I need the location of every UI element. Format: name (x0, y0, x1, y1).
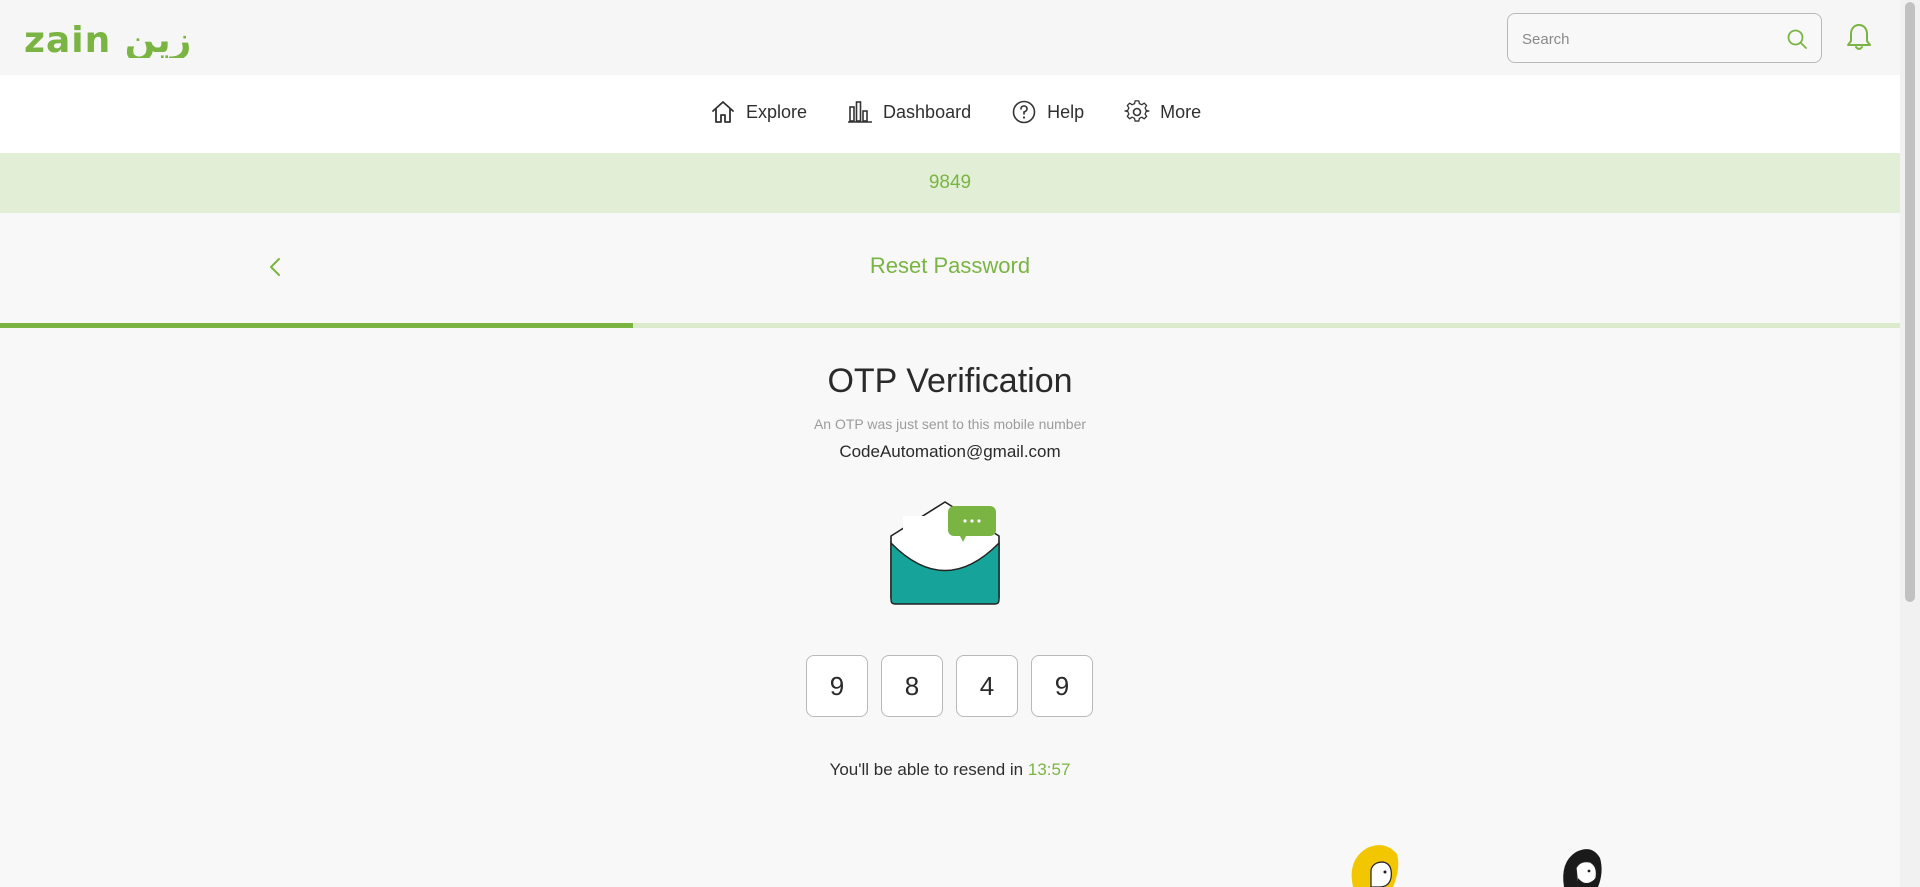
otp-subtext: An OTP was just sent to this mobile numb… (813, 416, 1087, 432)
otp-heading: OTP Verification (827, 362, 1073, 400)
nav-item-dashboard[interactable]: Dashboard (847, 99, 971, 125)
resend-info: You'll be able to resend in 13:57 (0, 760, 1900, 780)
otp-digit-3[interactable] (956, 655, 1018, 717)
otp-banner: 9849 (0, 153, 1900, 213)
nav-item-help[interactable]: Help (1011, 99, 1084, 125)
search-icon[interactable] (1785, 27, 1809, 51)
otp-digit-2[interactable] (881, 655, 943, 717)
nav-label-dashboard: Dashboard (883, 101, 972, 122)
resend-text: You'll be able to resend in (829, 760, 1024, 779)
main-nav: Explore Dashboard Help More (0, 75, 1900, 153)
character-illustration-yellow-hair (1351, 845, 1399, 887)
step-progress-fill (0, 323, 633, 328)
svg-text:zain زين: zain زين (24, 20, 191, 58)
bell-icon[interactable] (1845, 22, 1873, 52)
otp-email: CodeAutomation@gmail.com (839, 442, 1061, 461)
zain-logo[interactable]: zain زين (24, 18, 204, 58)
help-circle-icon (1012, 100, 1036, 124)
nav-label-explore: Explore (746, 101, 808, 122)
otp-input-group (806, 655, 1093, 717)
otp-digit-1[interactable] (806, 655, 868, 717)
search-input[interactable] (1522, 26, 1762, 52)
vertical-scrollbar[interactable] (1900, 0, 1920, 887)
bar-chart-icon (848, 101, 873, 123)
page-title: Reset Password (869, 253, 1031, 278)
home-icon (712, 101, 734, 123)
character-illustration-dark-hair (1563, 849, 1602, 887)
top-bar: zain زين (0, 0, 1900, 75)
nav-item-more[interactable]: More (1124, 99, 1201, 125)
nav-item-explore[interactable]: Explore (710, 99, 807, 125)
nav-label-help: Help (1047, 101, 1085, 122)
page: zain زين Explore (0, 0, 1900, 887)
search-box[interactable] (1507, 13, 1822, 63)
scrollbar-thumb[interactable] (1905, 2, 1915, 602)
banner-text: 9849 (928, 172, 972, 193)
title-bar: Reset Password (0, 213, 1900, 323)
nav-label-more: More (1160, 101, 1202, 122)
otp-digit-4[interactable] (1031, 655, 1093, 717)
gear-icon (1124, 100, 1150, 122)
step-progress-bar (0, 323, 1900, 328)
resend-timer: 13:57 (1027, 760, 1071, 779)
envelope-message-icon (890, 501, 1000, 605)
